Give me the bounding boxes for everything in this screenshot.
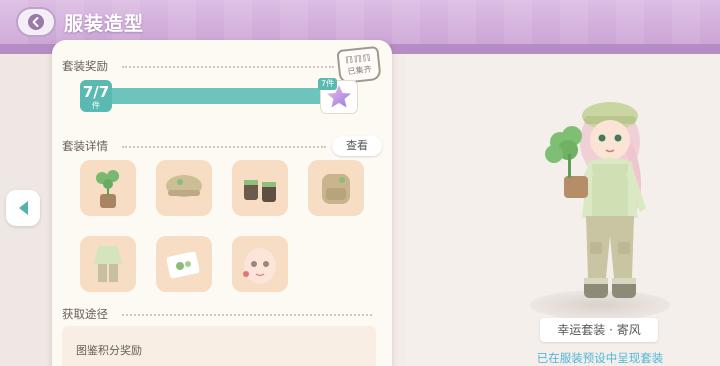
character-model[interactable] [540,92,670,312]
divider-dots [122,66,334,68]
completed-seal: ℿℿℿ 已集齐 [336,45,382,85]
beret-hat-icon [166,175,202,197]
set-progress-fill [80,88,328,104]
outfit-status-text: 已在服装预设中呈现套装 [536,351,664,365]
set-reward-title: 套装奖励 [62,59,108,73]
back-button[interactable] [16,7,56,37]
seal-text: 已集齐 [347,64,372,77]
item-socks[interactable] [156,236,212,292]
acquire-title: 获取途径 [62,307,108,321]
set-progress-bar [80,88,328,104]
reward-count-badge: 7件 [318,78,338,90]
divider-dots [122,314,372,316]
boots-icon [244,180,276,202]
progress-count-badge: 7/7 件 [80,80,112,112]
back-arrow-icon [28,14,44,30]
item-clover-pot[interactable] [80,160,136,216]
progress-count: 7/7 [82,83,110,101]
clover-pot-icon [96,170,119,208]
item-face-makeup[interactable] [232,236,288,292]
previous-set-button[interactable] [6,190,40,226]
item-backpack[interactable] [308,160,364,216]
page-title: 服装造型 [64,13,145,35]
view-button[interactable]: 查看 [332,136,382,156]
face-makeup-icon [243,248,276,284]
outfit-detail-panel: 套装奖励 ℿℿℿ 已集齐 7/7 件 7件 套装详情 查看 获取途径 图鉴积分奖… [52,40,392,366]
backpack-icon [322,174,350,204]
acquire-route-text: 图鉴积分奖励 [76,344,142,357]
chevron-left-icon [18,201,28,215]
socks-icon [166,251,200,279]
seal-bars-icon: ℿℿℿ [344,53,373,67]
item-suit[interactable] [80,236,136,292]
outfit-name-label: 幸运套装 · 寄风 [540,318,658,342]
divider-dots [122,146,326,148]
set-details-title: 套装详情 [62,139,108,153]
item-boots[interactable] [232,160,288,216]
acquire-route-box: 图鉴积分奖励 [62,326,376,366]
suit-icon [94,246,122,282]
progress-unit: 件 [92,101,100,110]
item-beret-hat[interactable] [156,160,212,216]
